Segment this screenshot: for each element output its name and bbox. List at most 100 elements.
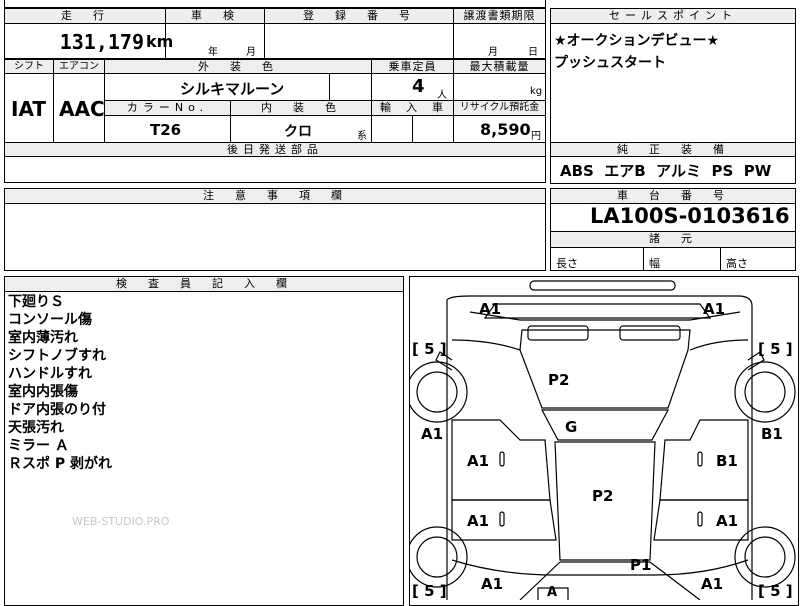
capacity-unit: 人: [437, 90, 447, 101]
note-line: 下廻りＳ: [8, 294, 64, 310]
wheel-fl-shape: [409, 361, 468, 423]
color-no-header: カラーNo.: [104, 100, 231, 116]
shift-value: IAT: [11, 97, 47, 121]
sales-point-header: セールスポイント: [550, 8, 796, 24]
capacity-value: 4: [412, 76, 425, 97]
wheel-rl-inner: [416, 536, 458, 578]
ac-value: AAC: [59, 97, 105, 121]
mileage-value: 131,179: [59, 30, 144, 54]
chassis-number: LA100S-0103616: [590, 204, 790, 228]
body-right-outline: [689, 330, 753, 520]
inspection-month-label: 月: [246, 47, 256, 58]
exterior-color-extra-cell: [329, 73, 372, 101]
front-inner: [469, 311, 741, 321]
length-label: 長さ: [556, 257, 578, 270]
handle-shape: [697, 451, 703, 467]
interior-color-value: クロ: [284, 124, 312, 140]
color-no-value: T26: [150, 121, 182, 139]
door-fr-label: B1: [716, 452, 738, 470]
interior-color-header: 内 装 色: [230, 100, 372, 116]
vehicle-diagram: [409, 280, 796, 600]
door-rr-label: A1: [716, 512, 739, 530]
handle-shape: [499, 451, 505, 467]
note-line: ハンドルすれ: [8, 366, 92, 382]
headlight-r-shape: [619, 325, 681, 341]
import-cell-right: [412, 115, 454, 143]
wheel-fr-shape: [734, 361, 796, 423]
door-fl-label: A1: [467, 452, 490, 470]
note-line: ミラー Ａ: [8, 438, 69, 454]
note-line: コンソール傷: [8, 312, 92, 328]
import-header: 輸 入 車: [371, 100, 454, 116]
front-lip: [483, 303, 712, 319]
inspector-notes: 下廻りＳ コンソール傷 室内薄汚れ シフトノブすれ ハンドルすれ 室内内張傷 ド…: [8, 293, 112, 473]
windshield-shape: [541, 409, 669, 441]
note-line: シフトノブすれ: [8, 348, 106, 364]
windshield-label: G: [565, 418, 578, 436]
recycle-value: 8,590: [480, 120, 531, 139]
transfer-month-label: 月: [488, 47, 498, 58]
import-cell-left: [371, 115, 413, 143]
note-line: 天張汚れ: [8, 420, 64, 436]
inspection-header: 車 検: [165, 8, 265, 24]
body-left-outline: [446, 330, 521, 520]
front-bumper-shape: [529, 280, 676, 291]
handle-shape: [499, 511, 505, 527]
height-label: 高さ: [726, 257, 748, 270]
handle-shape: [697, 511, 703, 527]
corner-rr-label: A1: [701, 575, 724, 593]
shift-header: シフト: [4, 59, 54, 74]
equipment-items: ABS エアB アルミ PS PW: [560, 162, 772, 180]
inspector-header: 検 査 員 記 入 欄: [4, 276, 404, 292]
note-line: Ｒスポ P 剥がれ: [8, 456, 113, 472]
tire-rr-label: [ 5 ]: [758, 582, 793, 600]
transfer-day-label: 日: [528, 47, 538, 58]
max-load-unit: kg: [530, 86, 543, 97]
exterior-color-value: シルキマルーン: [180, 80, 285, 98]
dims-header: 諸 元: [550, 231, 796, 248]
tire-fr-label: [ 5 ]: [758, 340, 793, 358]
wheel-fr-inner: [744, 371, 786, 413]
hood-shape: [519, 329, 691, 409]
headlight-l-shape: [527, 325, 589, 341]
top-edge-strip: [4, 0, 546, 8]
inspection-year-label: 年: [208, 47, 218, 58]
width-label: 幅: [649, 257, 660, 270]
door-rl-label: A1: [467, 512, 490, 530]
note-line: 室内内張傷: [8, 384, 78, 400]
tire-rl-label: [ 5 ]: [412, 582, 447, 600]
capacity-header: 乗車定員: [371, 59, 454, 74]
recycle-unit: 円: [531, 131, 541, 142]
wheel-rl-shape: [409, 526, 468, 588]
corner-fl-label: A1: [479, 300, 502, 318]
fender-r-label: B1: [761, 425, 783, 443]
corner-rl-label: A1: [481, 575, 504, 593]
equipment-header: 純 正 装 備: [550, 142, 796, 157]
tire-fl-label: [ 5 ]: [412, 340, 447, 358]
ac-header: エアコン: [53, 59, 105, 74]
caution-header: 注 意 事 項 欄: [4, 188, 546, 204]
chassis-header: 車 台 番 号: [550, 188, 796, 204]
roof-label: P2: [592, 487, 614, 505]
watermark: WEB-STUDIO.PRO: [72, 515, 170, 528]
interior-color-suffix: 系: [357, 131, 367, 142]
sales-point-line-2: プッシュスタート: [554, 55, 666, 71]
sales-point-line-1: ★オークションデビュー★: [554, 33, 720, 49]
wheel-rr-shape: [734, 526, 796, 588]
wheel-rr-inner: [744, 536, 786, 578]
corner-fr-label: A1: [703, 300, 726, 318]
rear-mark-label: A: [547, 585, 558, 600]
registration-header: 登 録 番 号: [264, 8, 454, 24]
mileage-header: 走 行: [4, 8, 166, 24]
caution-cell: [4, 203, 546, 271]
transfer-doc-header: 譲渡書類期限: [453, 8, 546, 24]
wheel-fl-inner: [416, 371, 458, 413]
exterior-color-header: 外 装 色: [104, 59, 372, 74]
max-load-header: 最大積載量: [453, 59, 546, 74]
trunk-label: P1: [630, 556, 652, 574]
fender-l-label: A1: [421, 425, 444, 443]
later-parts-header: 後日発送部品: [4, 142, 546, 157]
recycle-header: リサイクル預託金: [453, 100, 546, 116]
note-line: 室内薄汚れ: [8, 330, 78, 346]
note-line: ドア内張のり付: [8, 402, 106, 418]
